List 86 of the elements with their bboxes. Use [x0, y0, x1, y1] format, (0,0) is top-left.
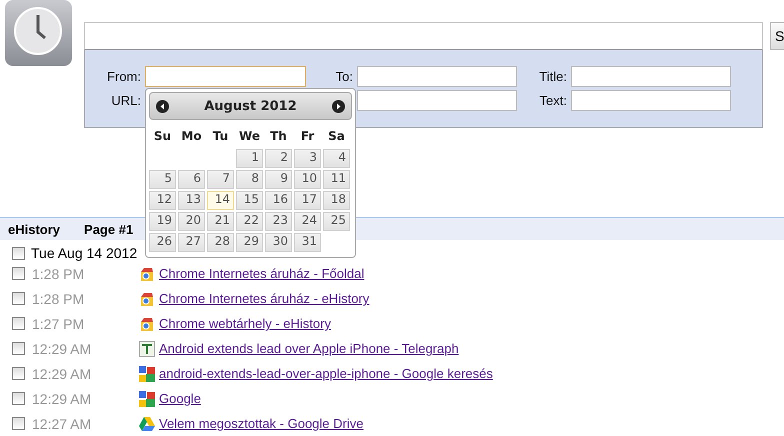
field-label: Text:: [538, 93, 568, 108]
filter-field[interactable]: [357, 90, 517, 111]
calendar-day[interactable]: 8: [236, 170, 263, 189]
clock-logo: [5, 0, 72, 66]
calendar-day[interactable]: 14: [207, 191, 234, 210]
shopping-bag-icon: [139, 290, 155, 306]
page-link[interactable]: Android extends lead over Apple iPhone - Telegraph: [159, 341, 784, 356]
calendar-day[interactable]: 10: [294, 170, 321, 189]
shopping-bag-icon: [139, 316, 155, 332]
calendar-day[interactable]: 20: [178, 212, 205, 231]
weekday-label: Mo: [180, 128, 203, 145]
calendar-day[interactable]: 21: [207, 212, 234, 231]
visit-time: 1:27 PM: [32, 316, 86, 332]
calendar-day[interactable]: 9: [265, 170, 292, 189]
calendar-day[interactable]: 28: [207, 233, 234, 252]
weekday-label: Su: [152, 128, 172, 145]
calendar-day[interactable]: 18: [323, 191, 350, 210]
app-title: eHistory: [8, 222, 60, 236]
weekday-label: Th: [269, 128, 288, 145]
visit-time: 12:29 AM: [32, 340, 92, 356]
calendar-day[interactable]: 13: [178, 191, 205, 210]
calendar-day[interactable]: 11: [323, 170, 350, 189]
checkbox[interactable]: [12, 417, 25, 430]
page-link[interactable]: Chrome webtárhely - eHistory: [159, 316, 784, 331]
calendar-day[interactable]: 29: [236, 233, 263, 252]
calendar-day[interactable]: 27: [178, 233, 205, 252]
calendar-day[interactable]: 15: [236, 191, 263, 210]
calendar-day[interactable]: 16: [265, 191, 292, 210]
weekday-label: Fr: [300, 128, 316, 145]
calendar-day[interactable]: 1: [236, 149, 263, 168]
calendar-day[interactable]: 30: [265, 233, 292, 252]
calendar-day[interactable]: 25: [323, 212, 350, 231]
date-heading: Tue Aug 14 2012: [31, 245, 138, 261]
checkbox[interactable]: [12, 367, 25, 380]
search-button[interactable]: S: [770, 22, 784, 50]
weekday-label: Sa: [327, 128, 346, 145]
visit-time: 12:29 AM: [32, 390, 92, 406]
month-title: August 2012: [204, 98, 297, 114]
checkbox[interactable]: [12, 317, 25, 330]
calendar-day[interactable]: 6: [178, 170, 205, 189]
page-link[interactable]: Google: [159, 391, 784, 406]
visit-time: 12:27 AM: [32, 416, 92, 432]
shopping-bag-icon: [139, 266, 155, 282]
calendar-day[interactable]: 5: [149, 170, 176, 189]
checkbox[interactable]: [12, 392, 25, 405]
calendar-day[interactable]: 24: [294, 212, 321, 231]
calendar-day[interactable]: 17: [294, 191, 321, 210]
visit-time: 1:28 PM: [32, 290, 86, 306]
calendar-day[interactable]: 4: [323, 149, 350, 168]
letter-t-icon: [139, 340, 155, 356]
calendar-day[interactable]: 23: [265, 212, 292, 231]
google-icon: [139, 390, 155, 406]
next-icon[interactable]: [332, 100, 345, 112]
calendar-day[interactable]: 26: [149, 233, 176, 252]
page-number: Page #1: [84, 222, 134, 236]
field-label: Title:: [538, 69, 568, 84]
checkbox[interactable]: [12, 342, 25, 355]
filter-field[interactable]: [145, 66, 306, 87]
calendar-day[interactable]: 7: [207, 170, 234, 189]
visit-time: 1:28 PM: [32, 266, 86, 282]
page-link[interactable]: Velem megosztottak - Google Drive: [159, 416, 784, 431]
calendar-day[interactable]: 12: [149, 191, 176, 210]
page-link[interactable]: android-extends-lead-over-apple-iphone - Google keresés: [159, 366, 784, 381]
checkbox[interactable]: [12, 292, 25, 305]
page-link[interactable]: Chrome Internetes áruház - Főoldal: [159, 266, 784, 281]
previous-icon[interactable]: [156, 100, 169, 112]
weekday-label: Tu: [212, 128, 230, 145]
filter-field[interactable]: [571, 90, 731, 111]
field-label: URL:: [110, 93, 142, 108]
page-link[interactable]: Chrome Internetes áruház - eHistory: [159, 291, 784, 306]
google-icon: [139, 366, 155, 382]
search-field[interactable]: [84, 22, 763, 50]
field-label: From:: [106, 69, 142, 84]
calendar-day[interactable]: 19: [149, 212, 176, 231]
calendar-day[interactable]: 22: [236, 212, 263, 231]
calendar-day[interactable]: 2: [265, 149, 292, 168]
checkbox[interactable]: [12, 267, 25, 280]
calendar-day[interactable]: 31: [294, 233, 321, 252]
filter-field[interactable]: [571, 66, 731, 87]
drive-icon: [139, 416, 155, 432]
weekday-label: We: [238, 128, 261, 145]
calendar-day[interactable]: 3: [294, 149, 321, 168]
field-label: To:: [334, 69, 354, 84]
checkbox[interactable]: [12, 246, 25, 260]
visit-time: 12:29 AM: [32, 366, 92, 382]
filter-field[interactable]: [357, 66, 517, 87]
